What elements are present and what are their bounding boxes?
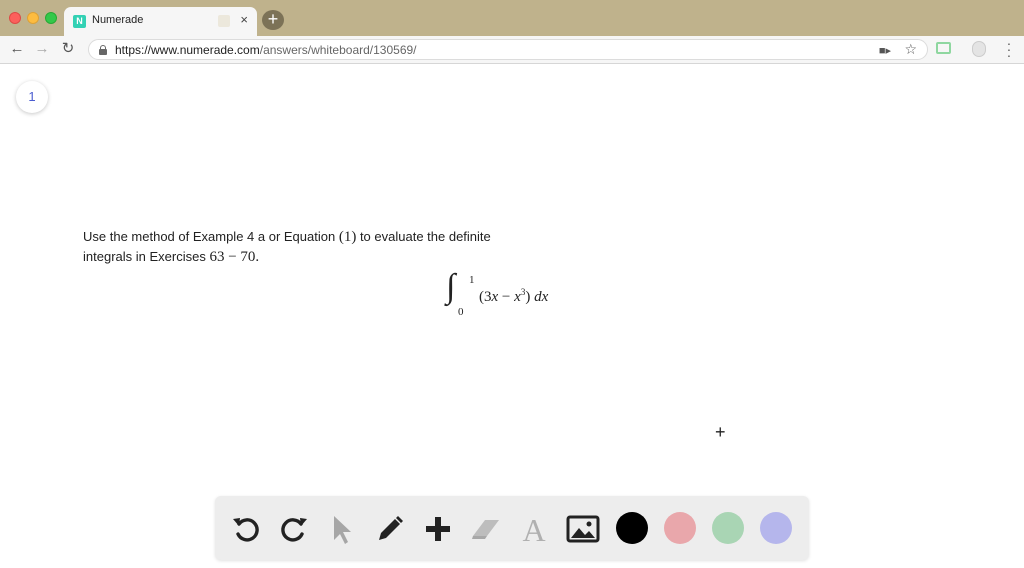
back-arrow-icon[interactable]: ← [7, 39, 27, 59]
integrand-close: ) [525, 289, 535, 305]
upper-limit: 1 [469, 274, 475, 286]
url-text[interactable]: https://www.numerade.com/answers/whitebo… [115, 43, 417, 57]
tab-audio-icon [218, 15, 230, 27]
image-icon[interactable] [566, 512, 600, 546]
profile-avatar-icon[interactable] [972, 41, 986, 57]
reload-icon[interactable]: ↻ [58, 39, 78, 59]
problem-line-2: integrals in Exercises 63 − 70. [83, 247, 543, 267]
browser-menu-icon[interactable]: · · · [1006, 36, 1012, 62]
close-window-button[interactable] [9, 12, 21, 24]
forward-arrow-icon[interactable]: → [32, 39, 52, 59]
color-green-swatch[interactable] [712, 512, 744, 544]
bookmark-star-icon[interactable]: ☆ [904, 41, 917, 58]
lower-limit: 0 [458, 306, 464, 318]
browser-toolbar: ← → ↻ https://www.numerade.com/answers/w… [0, 36, 1024, 64]
integral-sign: ∫ [446, 268, 456, 305]
problem-text-1b: to evaluate the definite [356, 229, 491, 244]
browser-tab[interactable]: N Numerade × [64, 7, 257, 36]
problem-period: . [255, 249, 260, 265]
integrand-open: (3 [479, 289, 492, 305]
browser-title-bar: N Numerade × + [0, 0, 1024, 36]
close-tab-icon[interactable]: × [240, 13, 248, 27]
differential: dx [534, 289, 549, 305]
address-bar[interactable]: https://www.numerade.com/answers/whitebo… [88, 39, 928, 60]
exercise-range: 63 − 70 [209, 249, 256, 265]
problem-text-2: integrals in Exercises [83, 249, 210, 264]
integrand-minus: − [498, 289, 515, 305]
problem-statement: Use the method of Example 4 a or Equatio… [83, 227, 543, 267]
eraser-icon[interactable] [469, 512, 503, 546]
text-icon[interactable]: A [517, 512, 551, 546]
zoom-window-button[interactable] [45, 12, 57, 24]
add-icon[interactable] [421, 512, 455, 546]
integrand: (3x − x3) dx [479, 287, 548, 306]
url-host: https://www.numerade.com [115, 43, 260, 57]
redo-icon[interactable] [277, 512, 311, 546]
color-lavender-swatch[interactable] [760, 512, 792, 544]
color-black-swatch[interactable] [616, 512, 648, 544]
svg-text:A: A [522, 512, 545, 546]
equation-reference: (1) [338, 229, 357, 245]
lock-icon [99, 45, 107, 55]
new-tab-button[interactable]: + [262, 10, 284, 30]
crosshair-cursor-icon: + [715, 422, 726, 442]
pen-icon[interactable] [373, 512, 407, 546]
color-pink-swatch[interactable] [664, 512, 696, 544]
minimize-window-button[interactable] [27, 12, 39, 24]
undo-icon[interactable] [229, 512, 263, 546]
cast-extension-icon[interactable] [936, 42, 951, 54]
whiteboard-toolbar: A [215, 496, 809, 560]
numerade-favicon-icon: N [73, 15, 86, 28]
problem-line-1: Use the method of Example 4 a or Equatio… [83, 227, 543, 247]
tab-title: Numerade [92, 14, 144, 26]
pointer-icon[interactable] [325, 512, 359, 546]
url-path: /answers/whiteboard/130569/ [259, 43, 417, 57]
integrand-x2: x [514, 289, 521, 305]
page-number-badge[interactable]: 1 [16, 81, 48, 113]
problem-text-1: Use the method of Example 4 a or Equatio… [83, 229, 339, 244]
integral-expression: ∫ 1 0 (3x − x3) dx [446, 268, 586, 322]
camera-icon[interactable]: ■▸ [879, 44, 891, 57]
